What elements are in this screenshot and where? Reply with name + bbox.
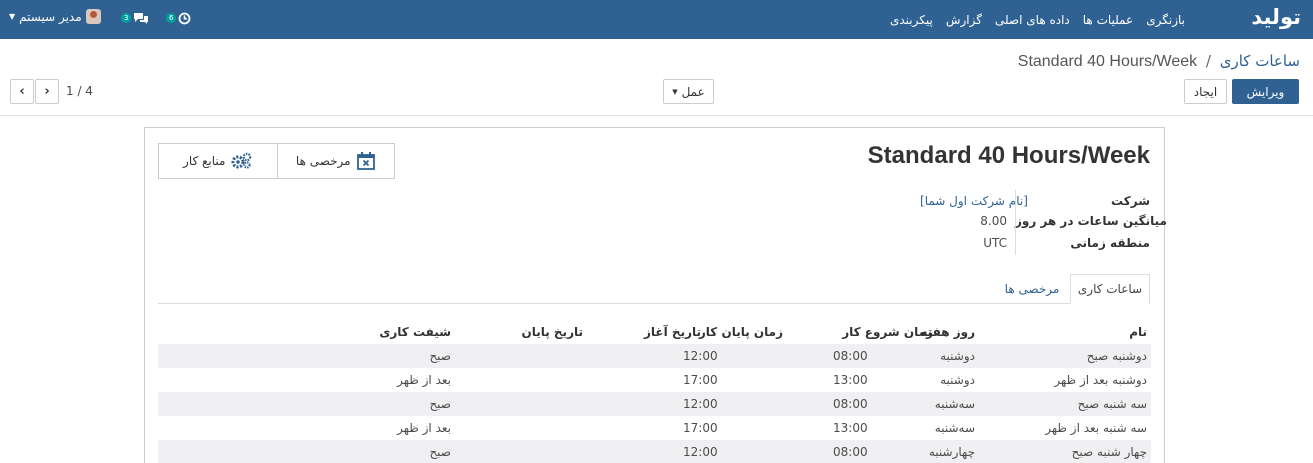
cell-date-to [493,344,583,368]
cell-name: دوشنبه صبح [1086,349,1147,363]
pager-previous-button[interactable]: ‹ [10,79,34,104]
table-row[interactable]: سه شنبه بعد از ظهر سه‌شنبه 13:00 17:00 ب… [158,416,1151,440]
messages-menu[interactable]: 3 [121,9,149,27]
user-name: مدیر سیستم [19,9,82,24]
breadcrumb-current: Standard 40 Hours/Week [1017,53,1198,70]
cell-shift: بعد از ظهر [397,421,451,435]
menu-item-operations[interactable]: عملیات ها [1083,13,1133,27]
cell-date-to [493,440,583,463]
timezone-value: UTC [983,235,1007,250]
cell-start: 08:00 [833,349,868,363]
chevron-left-icon: ‹ [19,84,25,99]
menu-item-configuration[interactable]: پیکربندی [890,13,933,27]
pager-value[interactable]: 1 / 4 [66,84,93,98]
cell-date-to [493,392,583,416]
form-sheet: منابع کار مرخصی ها Standard 40 Hours/Wee… [144,127,1167,463]
avatar [85,9,101,24]
tab-leaves[interactable]: مرخصی ها [996,274,1068,304]
control-panel-divider [0,115,1313,116]
table-header: نام روز هفته زمان شروع کار زمان پایان کا… [158,319,1151,344]
hours-value: 8.00 [980,213,1007,228]
cell-name: چهار شنبه صبح [1071,445,1147,459]
company-field-row: شرکت [نام شرکت اول شما] [920,190,1150,211]
cell-shift: صبح [429,397,451,411]
cell-start: 13:00 [833,421,868,435]
company-link[interactable]: [نام شرکت اول شما] [920,194,1028,208]
menu-item-reporting[interactable]: گزارش [946,13,982,27]
menu-item-review[interactable]: بازنگری [1146,13,1185,27]
breadcrumb: Standard 40 Hours/Week / ساعات کاری [1018,52,1300,71]
table-row[interactable]: سه شنبه صبح سه‌شنبه 08:00 12:00 صبح [158,392,1151,416]
cell-start: 13:00 [833,373,868,387]
hours-field-row: میانگین ساعات در هر روز 8.00 [921,210,1167,231]
cell-day: دوشنبه [940,373,975,387]
create-button[interactable]: ایجاد [1184,79,1227,104]
cell-start: 08:00 [833,397,868,411]
cell-name: سه شنبه صبح [1077,397,1147,411]
gears-icon [231,152,252,169]
cell-day: دوشنبه [940,349,975,363]
cell-shift: صبح [429,349,451,363]
record-title: Standard 40 Hours/Week [867,142,1150,169]
resources-stat-button[interactable]: منابع کار [159,144,277,178]
table-row[interactable]: چهار شنبه صبح چهارشنبه 08:00 12:00 صبح [158,440,1151,463]
cell-date-to [493,368,583,392]
cell-date-from [611,416,701,440]
cell-date-from [611,392,701,416]
clock-icon [179,12,191,24]
table-row[interactable]: دوشنبه صبح دوشنبه 08:00 12:00 صبح [158,344,1151,368]
chevron-right-icon: › [44,84,50,99]
timezone-label: منطقه زمانی [1070,235,1150,250]
cell-day: سه‌شنبه [934,397,975,411]
pager-next-button[interactable]: › [35,79,59,104]
cell-shift: بعد از ظهر [397,373,451,387]
activities-menu[interactable]: 6 [166,9,191,27]
tab-working-hours[interactable]: ساعات کاری [1070,274,1150,304]
cell-date-from [611,344,701,368]
edit-button[interactable]: ویرایش [1232,79,1299,104]
cell-date-from [611,368,701,392]
chevron-down-icon: ▼ [672,87,678,96]
cell-day: سه‌شنبه [934,421,975,435]
calendar-x-icon [356,152,375,170]
main-menu: بازنگری عملیات ها داده های اصلی گزارش پی… [877,0,1185,39]
resources-label: منابع کار [183,154,226,168]
cell-name: سه شنبه بعد از ظهر [1045,421,1147,435]
user-menu[interactable]: ▼ مدیر سیستم [9,9,101,24]
activities-badge: 6 [166,13,177,23]
col-end[interactable]: زمان پایان کار [699,319,783,344]
company-label: شرکت [1111,193,1150,208]
cell-shift: صبح [429,445,451,459]
leaves-stat-button[interactable]: مرخصی ها [276,144,395,178]
timezone-field-row: منطقه زمانی UTC [921,232,1150,253]
col-date-to[interactable]: تاریخ پایان [521,319,583,344]
action-dropdown[interactable]: ▼ عمل [663,79,714,104]
leaves-label: مرخصی ها [295,154,351,168]
cell-day: چهارشنبه [928,445,975,459]
menu-item-master-data[interactable]: داده های اصلی [995,13,1070,27]
table-row[interactable]: دوشنبه بعد از ظهر دوشنبه 13:00 17:00 بعد… [158,368,1151,392]
col-start[interactable]: زمان شروع کار [842,319,933,344]
top-navbar: تولید بازنگری عملیات ها داده های اصلی گز… [0,0,1313,39]
cell-name: دوشنبه بعد از ظهر [1054,373,1147,387]
field-separator [1015,190,1016,255]
cell-start: 08:00 [833,445,868,459]
cell-date-from [611,440,701,463]
col-shift[interactable]: شیفت کاری [379,319,451,344]
breadcrumb-parent-link[interactable]: ساعات کاری [1220,52,1300,70]
chat-icon [134,13,149,24]
smart-buttons: منابع کار مرخصی ها [158,143,395,179]
chevron-down-icon: ▼ [9,12,16,21]
col-name[interactable]: نام [1129,319,1147,344]
col-date-from[interactable]: تاریخ آغاز [644,319,701,344]
app-brand[interactable]: تولید [1251,5,1301,29]
breadcrumb-separator: / [1205,52,1211,70]
action-label: عمل [681,84,705,99]
cell-date-to [493,416,583,440]
attendance-table: نام روز هفته زمان شروع کار زمان پایان کا… [158,319,1151,463]
hours-label: میانگین ساعات در هر روز [1015,213,1167,228]
messages-badge: 3 [121,13,132,23]
